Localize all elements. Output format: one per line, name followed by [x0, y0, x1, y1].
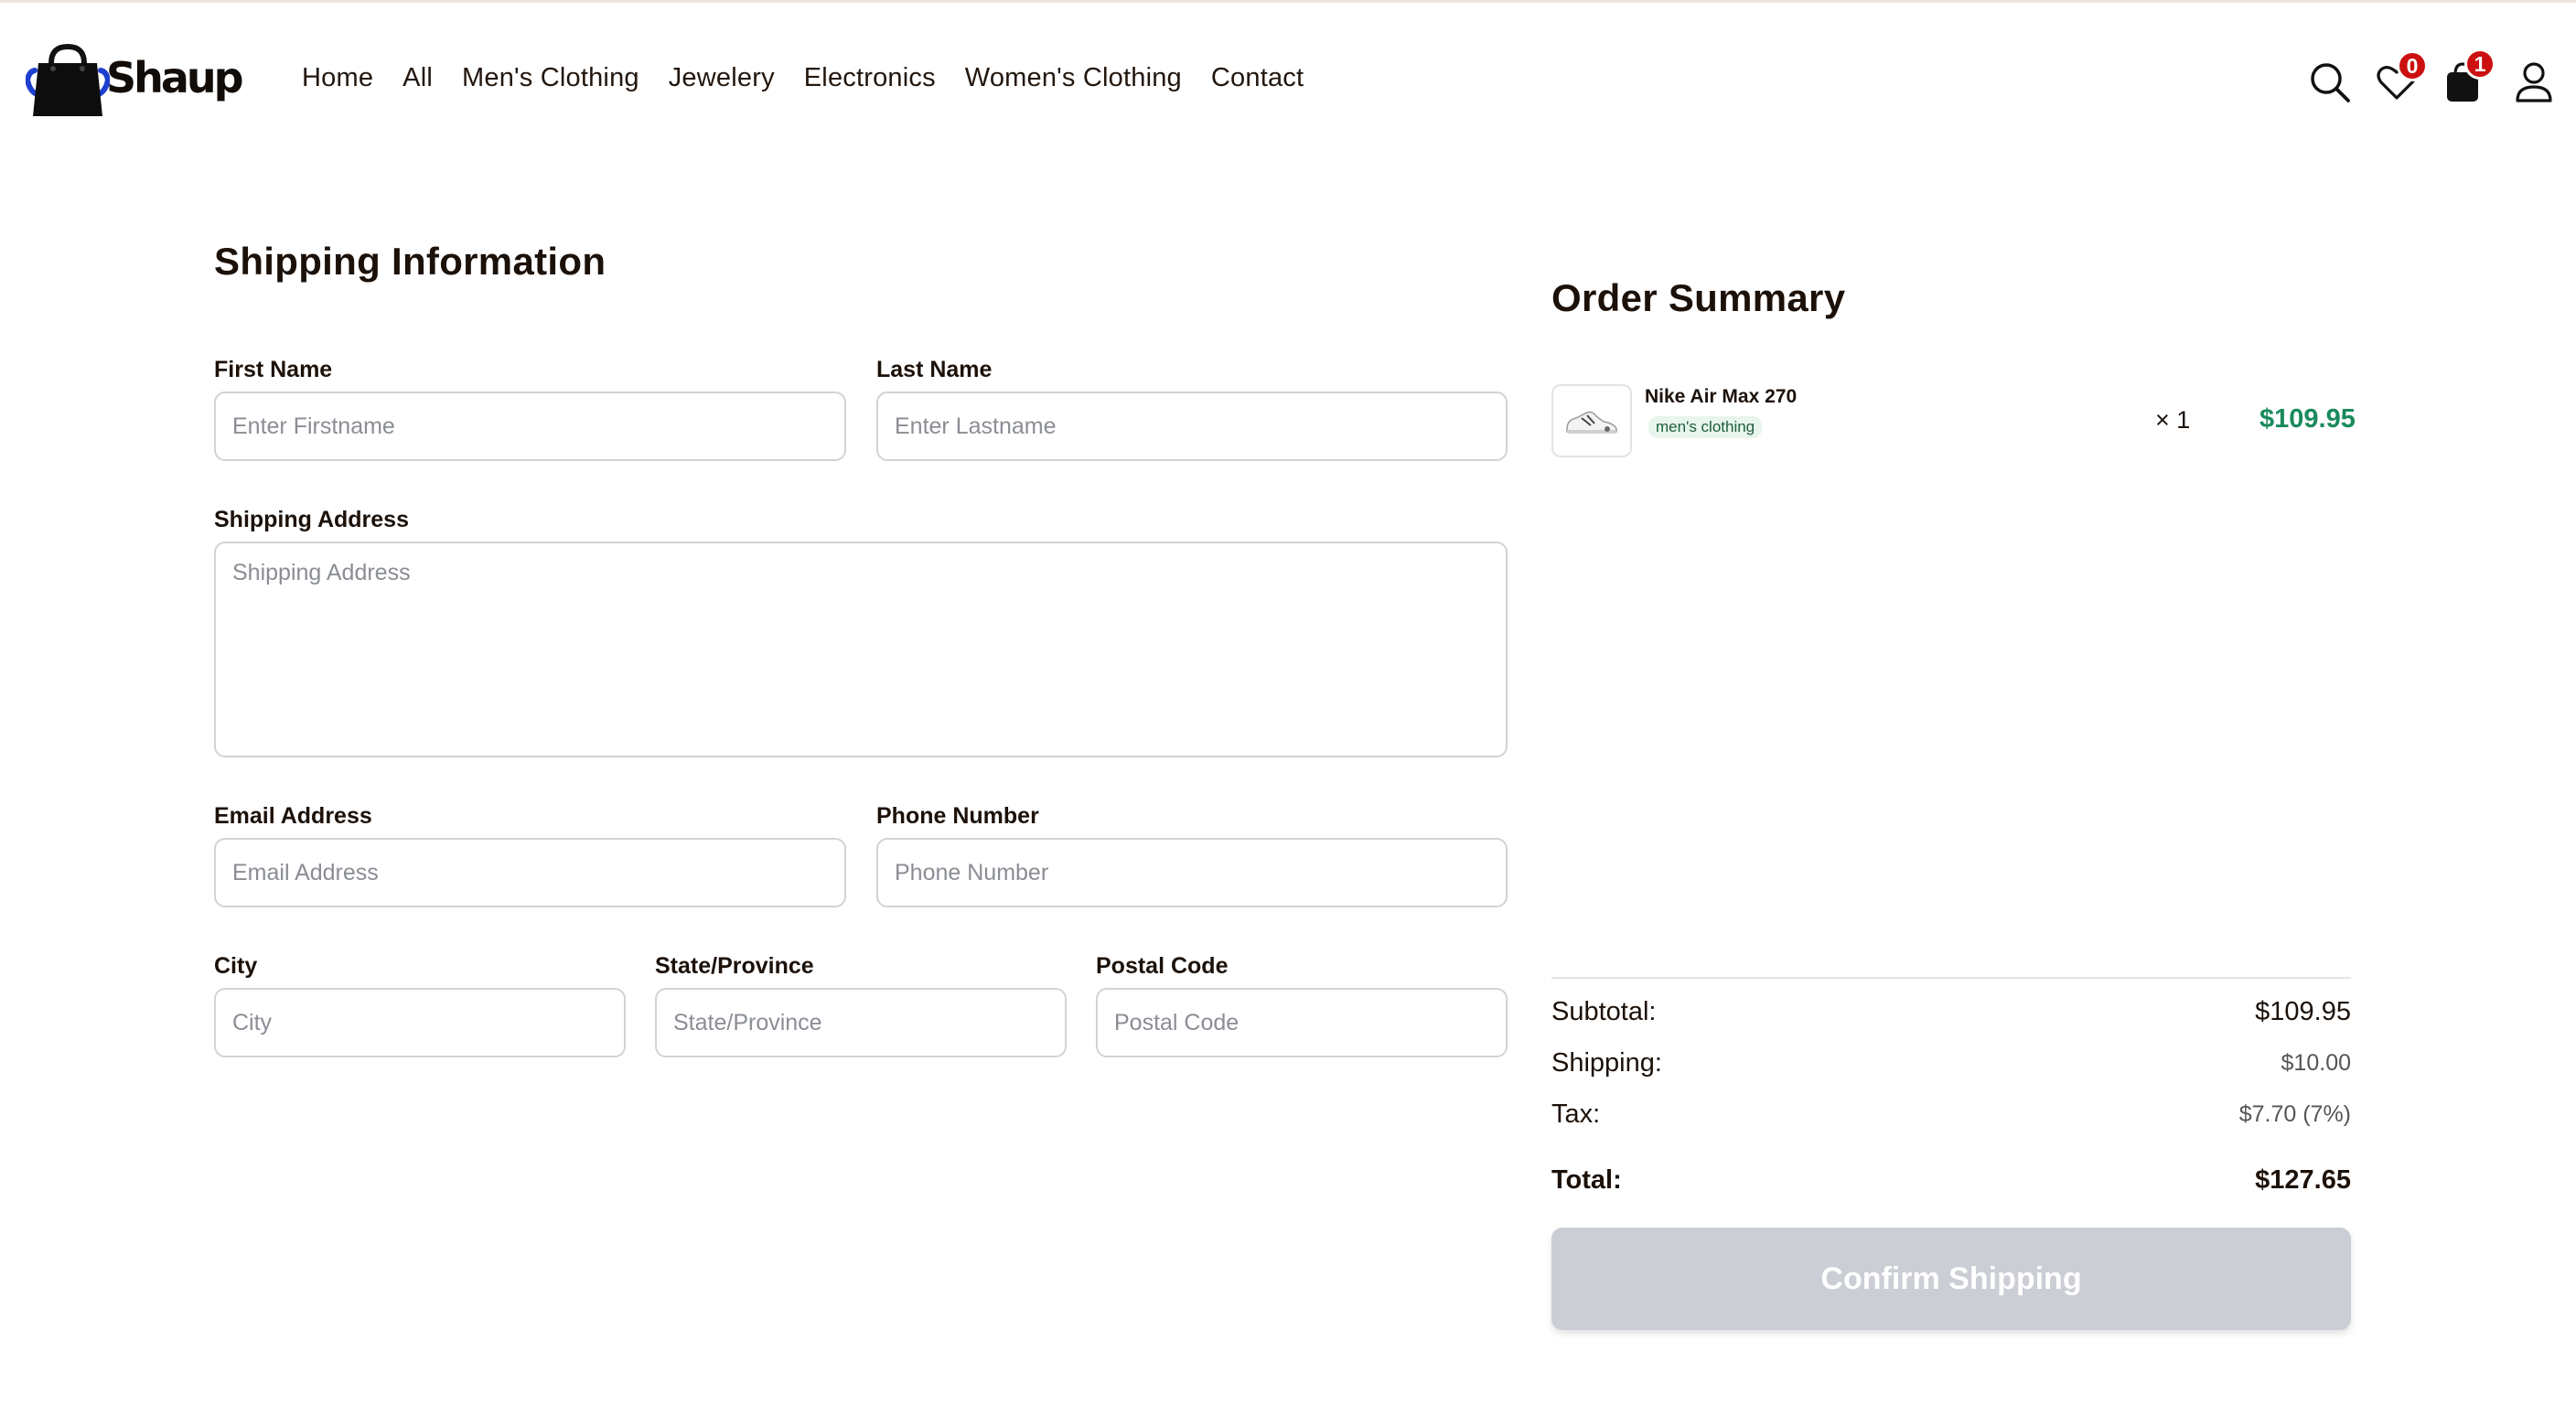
- product-category-badge: men's clothing: [1648, 416, 1763, 438]
- first-name-label: First Name: [214, 357, 333, 382]
- product-price: $109.95: [2259, 404, 2356, 434]
- total-label: Total:: [1551, 1165, 1622, 1195]
- product-name: Nike Air Max 270: [1645, 386, 1798, 407]
- cart-button[interactable]: 1: [2444, 48, 2496, 105]
- wishlist-count-badge: 0: [2397, 50, 2428, 81]
- subtotal-label: Subtotal:: [1551, 997, 1657, 1026]
- cart-count-badge: 1: [2464, 48, 2496, 80]
- phone-input[interactable]: [876, 838, 1508, 907]
- confirm-shipping-button[interactable]: Confirm Shipping: [1551, 1228, 2351, 1330]
- first-name-input[interactable]: [214, 392, 846, 461]
- shipping-title: Shipping Information: [214, 240, 606, 283]
- tax-value: $7.70 (7%): [2238, 1101, 2351, 1127]
- account-button[interactable]: [2514, 61, 2558, 105]
- total-value: $127.65: [2255, 1165, 2351, 1195]
- search-button[interactable]: [2309, 61, 2353, 105]
- phone-label: Phone Number: [876, 803, 1039, 829]
- shipping-address-input[interactable]: [214, 542, 1508, 757]
- postal-code-label: Postal Code: [1096, 953, 1229, 979]
- city-input[interactable]: [214, 988, 626, 1057]
- product-quantity: × 1: [2155, 406, 2191, 434]
- shipping-cost-label: Shipping:: [1551, 1048, 1662, 1078]
- city-label: City: [214, 953, 258, 979]
- shipping-address-label: Shipping Address: [214, 507, 409, 532]
- state-label: State/Province: [655, 953, 814, 979]
- user-icon: [2516, 62, 2552, 102]
- search-icon: [2311, 63, 2350, 102]
- last-name-label: Last Name: [876, 357, 993, 382]
- wishlist-button[interactable]: 0: [2377, 50, 2428, 107]
- last-name-input[interactable]: [876, 392, 1508, 461]
- navbar: Shaup Home All Men's Clothing Jewelery E…: [0, 3, 2576, 158]
- product-thumbnail: [1551, 384, 1632, 457]
- email-label: Email Address: [214, 803, 372, 829]
- state-input[interactable]: [655, 988, 1067, 1057]
- subtotal-value: $109.95: [2255, 997, 2351, 1026]
- order-summary-title: Order Summary: [1551, 276, 1846, 319]
- header-actions: 0 1: [0, 48, 2576, 111]
- postal-code-input[interactable]: [1096, 988, 1508, 1057]
- shipping-cost-value: $10.00: [2281, 1050, 2351, 1076]
- summary-divider: [1551, 977, 2351, 979]
- sneaker-icon: [1566, 411, 1617, 434]
- email-input[interactable]: [214, 838, 846, 907]
- tax-label: Tax:: [1551, 1100, 1601, 1129]
